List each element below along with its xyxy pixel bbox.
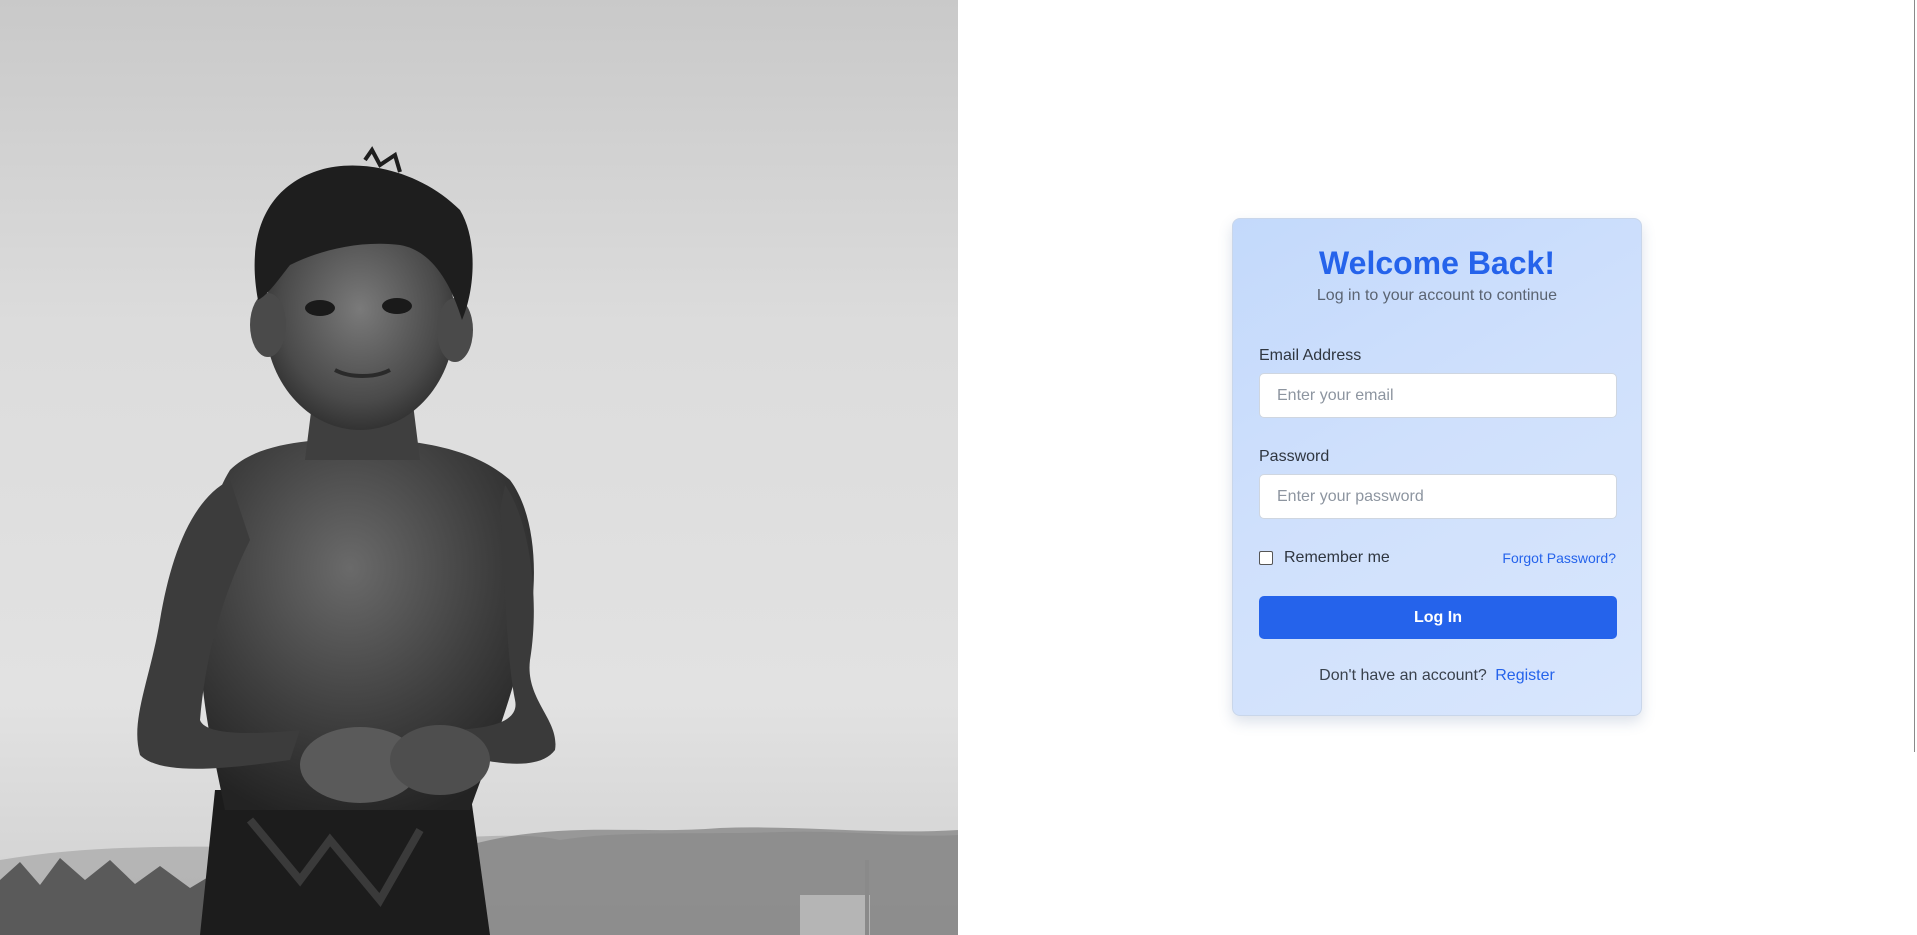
password-label: Password	[1259, 448, 1330, 465]
register-row: Don't have an account? Register	[1233, 667, 1641, 685]
remember-me-row[interactable]: Remember me	[1259, 548, 1390, 568]
email-label: Email Address	[1259, 347, 1362, 364]
login-page: Welcome Back! Log in to your account to …	[0, 0, 1917, 935]
scrollbar[interactable]	[1914, 0, 1915, 752]
remember-me-label[interactable]: Remember me	[1284, 549, 1390, 567]
forgot-password-link[interactable]: Forgot Password?	[1502, 550, 1616, 566]
hero-image	[0, 0, 958, 935]
page-title: Welcome Back!	[1319, 245, 1555, 281]
login-card: Welcome Back! Log in to your account to …	[1232, 218, 1642, 716]
remember-me-checkbox[interactable]	[1259, 551, 1273, 565]
register-link[interactable]: Register	[1495, 667, 1555, 684]
child-portrait-photo	[0, 0, 958, 935]
page-subtitle: Log in to your account to continue	[1316, 287, 1558, 304]
login-button[interactable]: Log In	[1259, 596, 1617, 639]
email-field[interactable]	[1259, 373, 1617, 418]
register-prompt: Don't have an account?	[1319, 667, 1487, 684]
login-panel: Welcome Back! Log in to your account to …	[958, 0, 1917, 935]
password-field[interactable]	[1259, 474, 1617, 519]
